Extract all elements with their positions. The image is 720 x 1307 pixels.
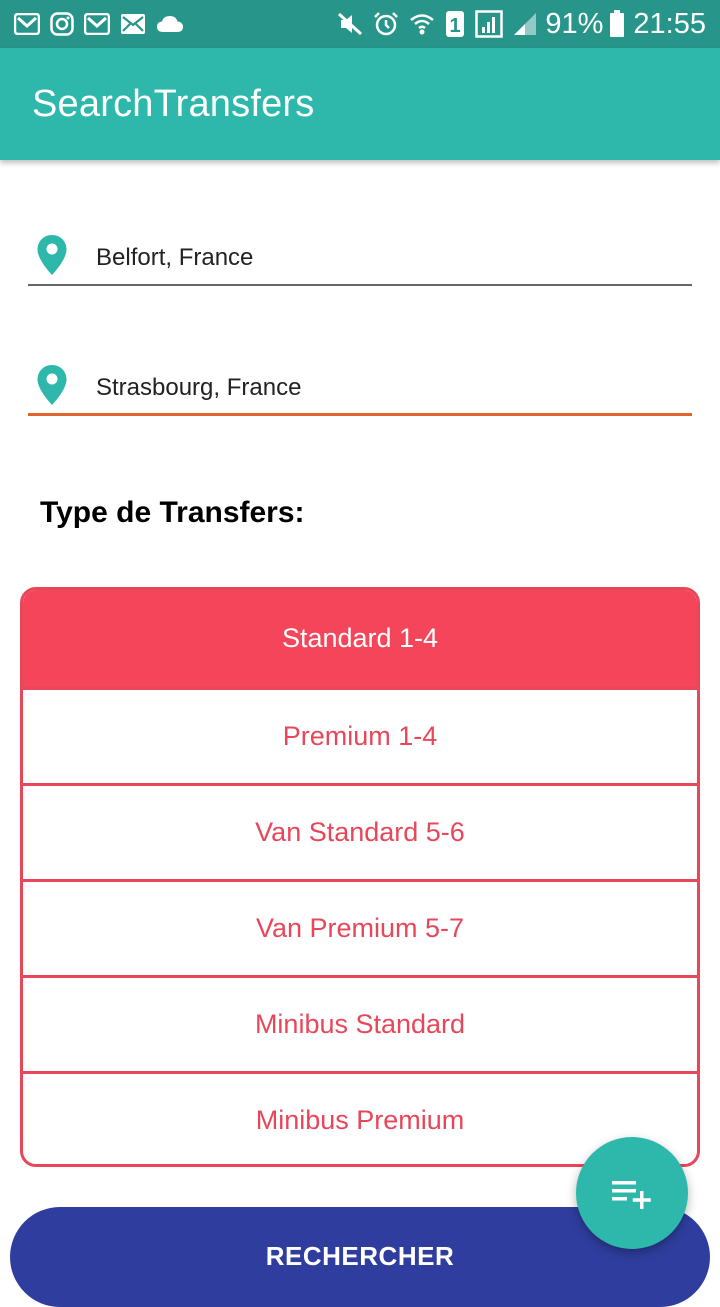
search-button-label: RECHERCHER bbox=[265, 1241, 455, 1271]
clock: 21:55 bbox=[633, 7, 706, 40]
gmail-icon bbox=[84, 13, 110, 35]
origin-underline bbox=[28, 284, 692, 286]
destination-underline bbox=[28, 413, 692, 416]
type-option-standard-1-4[interactable]: Standard 1-4 bbox=[23, 590, 697, 687]
mute-icon bbox=[338, 12, 363, 36]
app-bar: SearchTransfers bbox=[0, 48, 720, 160]
playlist-add-icon bbox=[612, 1181, 651, 1209]
location-pin-icon bbox=[37, 365, 67, 405]
type-option-van-premium-5-7[interactable]: Van Premium 5-7 bbox=[23, 879, 697, 975]
destination-value: Strasbourg, France bbox=[96, 374, 302, 401]
type-option-van-standard-5-6[interactable]: Van Standard 5-6 bbox=[23, 783, 697, 879]
svg-text:1: 1 bbox=[450, 15, 461, 37]
signal-strength-icon bbox=[514, 13, 537, 35]
battery-percent: 91% bbox=[545, 7, 604, 40]
gmail-icon bbox=[14, 13, 40, 35]
system-status: 1 91% 21:55 bbox=[327, 8, 706, 41]
notification-icons bbox=[14, 12, 194, 36]
sim-1-icon: 1 bbox=[446, 11, 465, 37]
app-title: SearchTransfers bbox=[32, 82, 315, 125]
transfer-type-title: Type de Transfers: bbox=[40, 496, 305, 529]
signal-icon bbox=[475, 10, 504, 38]
status-bar: 1 91% 21:55 bbox=[0, 0, 720, 48]
fab-add-to-list[interactable] bbox=[576, 1137, 688, 1249]
origin-value: Belfort, France bbox=[96, 244, 254, 271]
mail-icon bbox=[121, 14, 145, 34]
location-pin-icon bbox=[37, 235, 67, 275]
origin-field[interactable]: Belfort, France bbox=[28, 226, 692, 286]
instagram-icon bbox=[50, 12, 74, 36]
type-option-premium-1-4[interactable]: Premium 1-4 bbox=[23, 687, 697, 783]
type-option-minibus-standard[interactable]: Minibus Standard bbox=[23, 975, 697, 1071]
cloud-icon bbox=[157, 16, 183, 32]
battery-icon bbox=[610, 10, 625, 37]
wifi-icon bbox=[410, 14, 435, 35]
alarm-icon bbox=[374, 12, 399, 36]
transfer-type-selector: Standard 1-4 Premium 1-4 Van Standard 5-… bbox=[20, 587, 700, 1167]
destination-field[interactable]: Strasbourg, France bbox=[28, 356, 692, 416]
